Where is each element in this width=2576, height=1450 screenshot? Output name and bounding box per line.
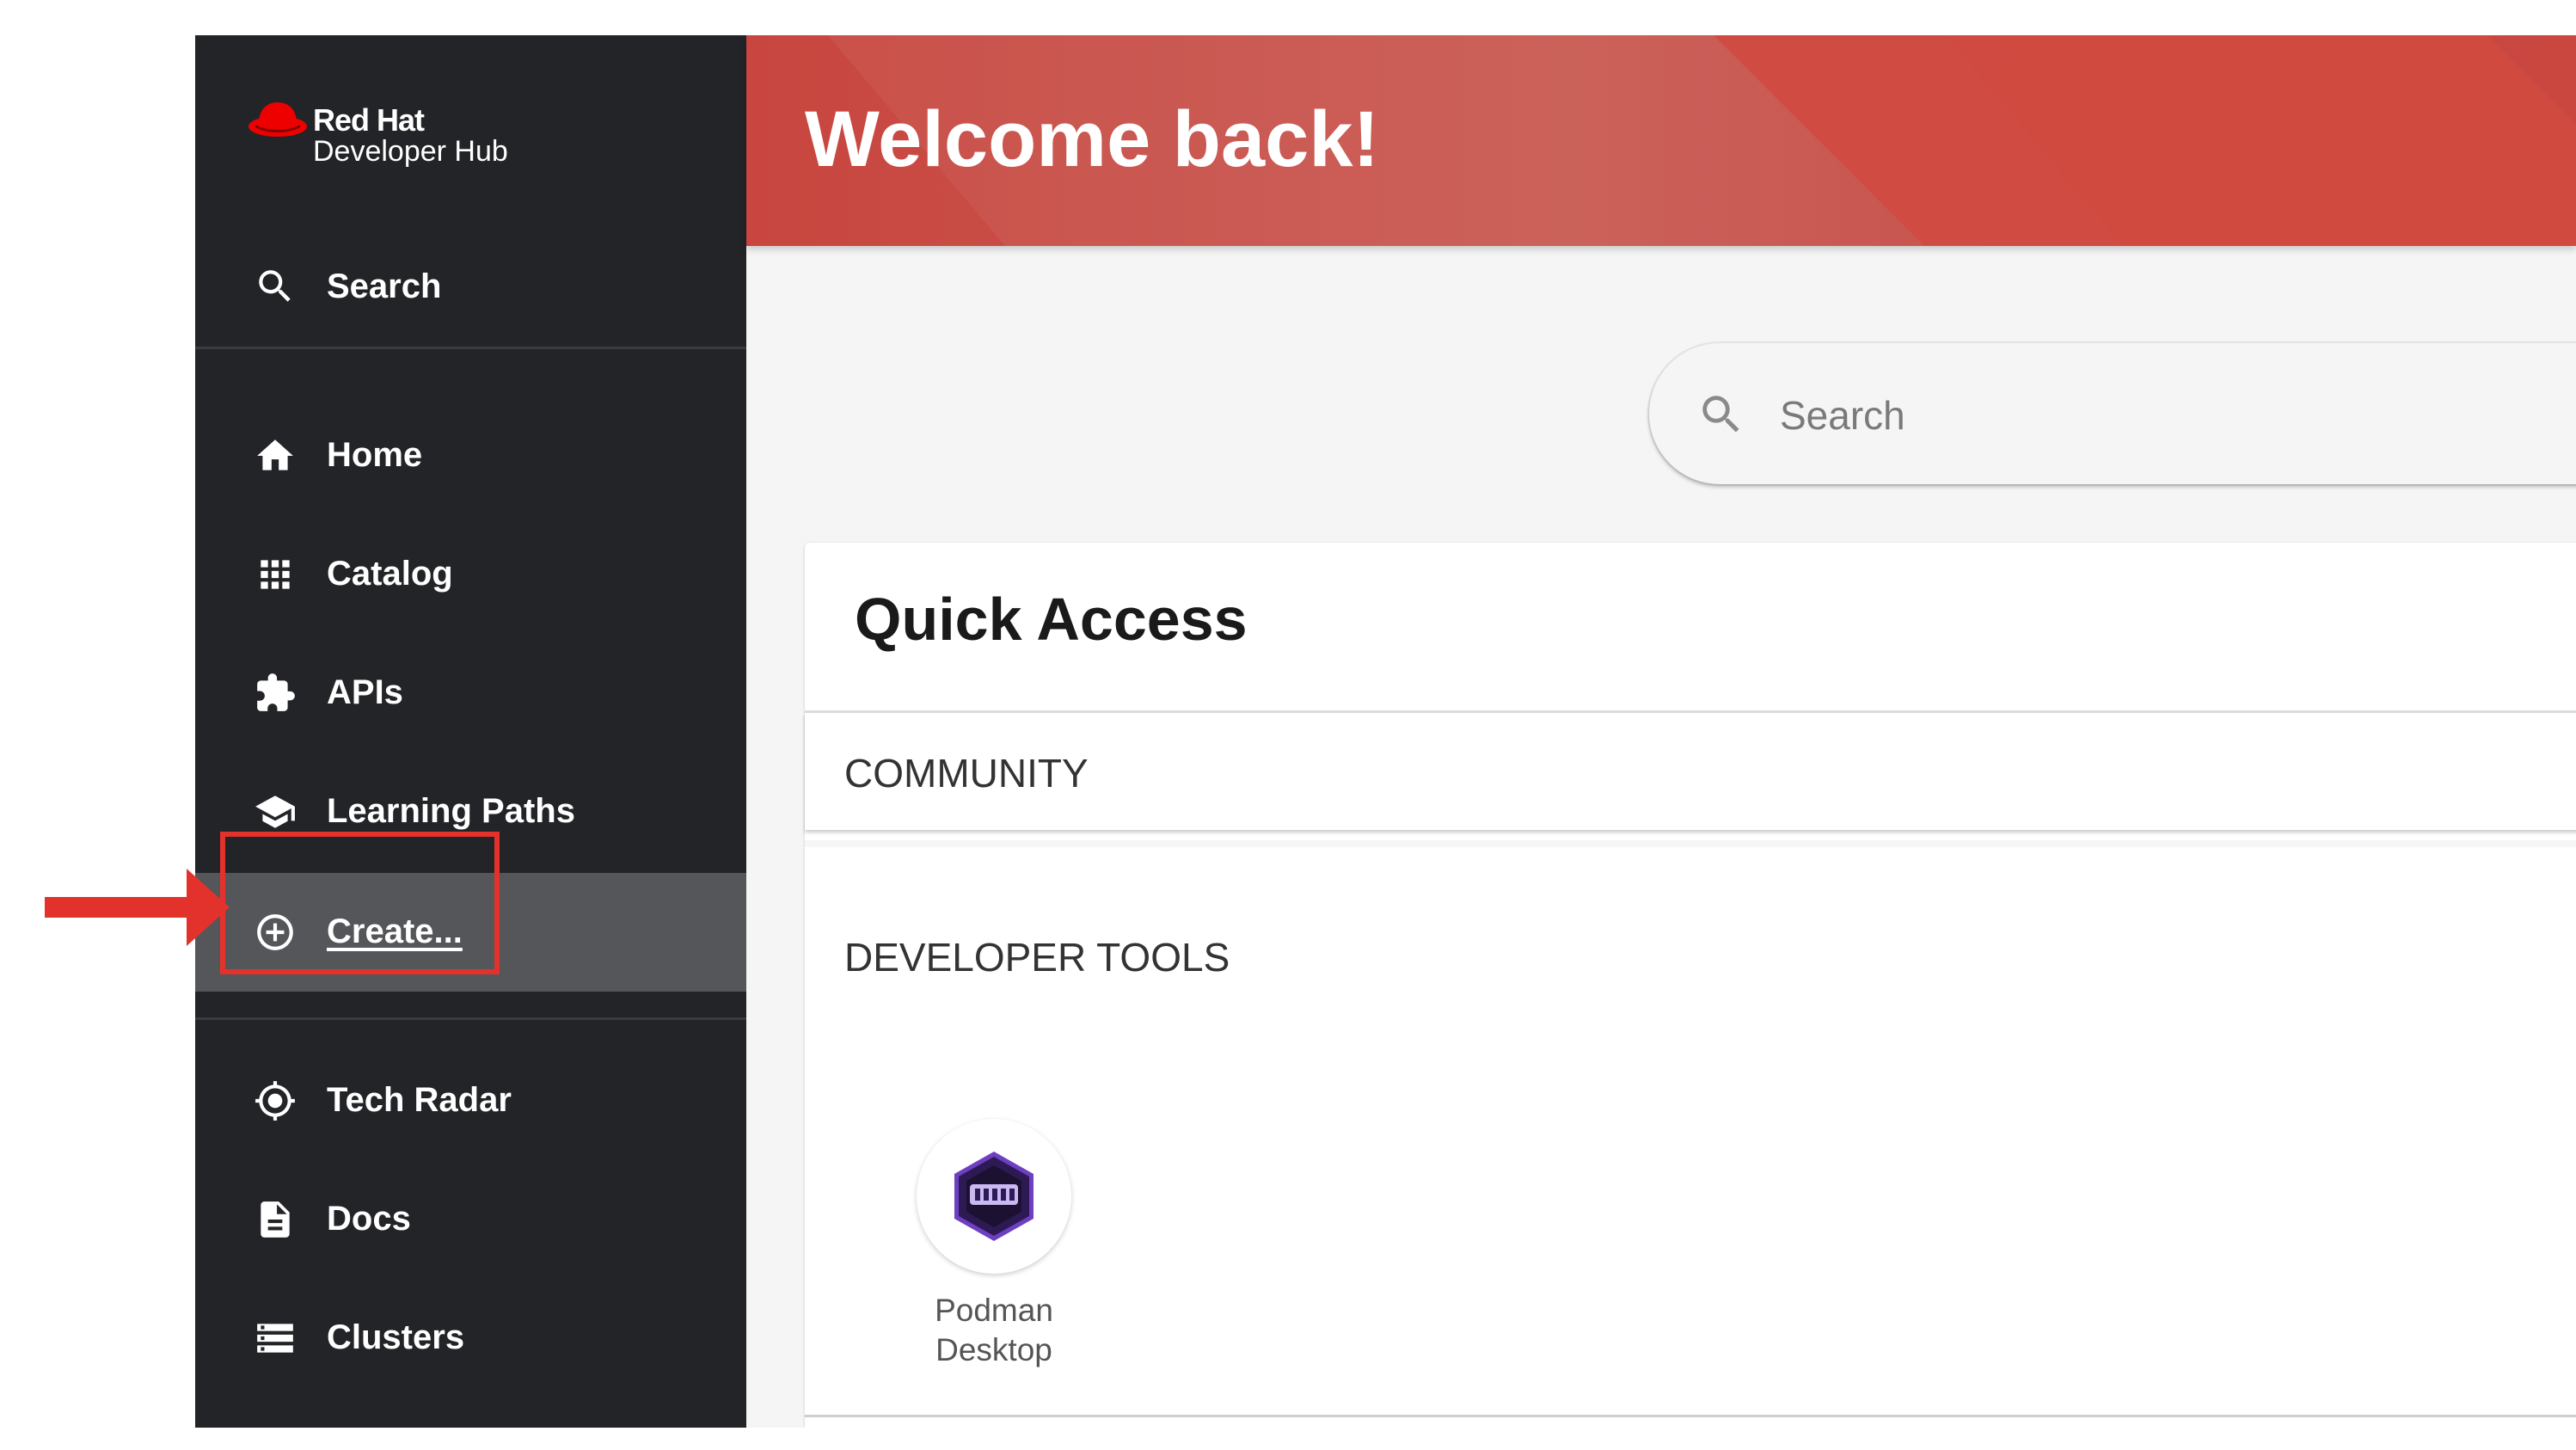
- sidebar-item-catalog[interactable]: Catalog: [195, 515, 746, 634]
- sidebar-search[interactable]: Search: [195, 227, 746, 346]
- radar-icon: [254, 1079, 297, 1122]
- grid-icon: [254, 553, 297, 596]
- sidebar-item-label: APIs: [327, 673, 403, 711]
- sidebar-item-clusters[interactable]: Clusters: [195, 1279, 746, 1398]
- sidebar-search-label: Search: [327, 267, 442, 305]
- tool-label: Podman Desktop: [935, 1293, 1053, 1367]
- sidebar-item-docs[interactable]: Docs: [195, 1160, 746, 1279]
- section-label: DEVELOPER TOOLS: [844, 935, 1230, 980]
- storage-icon: [254, 1317, 297, 1360]
- sidebar-item-label: Clusters: [327, 1318, 465, 1356]
- sidebar-item-home[interactable]: Home: [195, 396, 746, 515]
- sidebar-item-label: Tech Radar: [327, 1081, 512, 1119]
- tool-icon-container: [917, 1119, 1071, 1274]
- search-icon: [1702, 396, 1739, 433]
- search-bar[interactable]: [1649, 343, 2576, 484]
- section-spacer: [805, 840, 2576, 847]
- search-icon: [254, 265, 297, 308]
- sidebar-item-create[interactable]: Create...: [195, 873, 746, 992]
- card-bottom-border: [805, 1415, 2576, 1417]
- sidebar-divider: [195, 347, 746, 349]
- quick-access-title: Quick Access: [855, 586, 1248, 653]
- search-input[interactable]: [1778, 386, 2555, 445]
- puzzle-icon: [254, 672, 297, 715]
- welcome-banner: Welcome back!: [746, 35, 2576, 246]
- sidebar-item-apis[interactable]: APIs: [195, 634, 746, 753]
- logo-brand-text: Red Hat: [313, 102, 425, 138]
- podman-icon: [954, 1152, 1033, 1241]
- sidebar-item-label: Docs: [327, 1200, 411, 1238]
- home-icon: [254, 434, 297, 477]
- sidebar-item-learning-paths[interactable]: Learning Paths: [195, 753, 746, 871]
- red-hat-developer-hub-logo[interactable]: Red Hat Developer Hub: [247, 92, 591, 169]
- tool-podman-desktop[interactable]: Podman Desktop: [856, 1119, 1080, 1394]
- document-icon: [254, 1198, 297, 1241]
- app-window: Red Hat Developer Hub Search Home Catalo…: [195, 35, 2576, 1428]
- sidebar-item-label: Create...: [327, 912, 463, 950]
- sidebar-item-label: Learning Paths: [327, 792, 575, 830]
- sidebar-item-tech-radar[interactable]: Tech Radar: [195, 1041, 746, 1160]
- sidebar-item-label: Home: [327, 436, 423, 474]
- school-icon: [254, 790, 297, 833]
- main-content: Welcome back! Quick Access COMMUNITY DEV…: [746, 35, 2576, 1428]
- section-community[interactable]: COMMUNITY: [805, 713, 2576, 830]
- sidebar-divider: [195, 1017, 746, 1020]
- logo-product-text: Developer Hub: [313, 135, 508, 168]
- quick-access-card: Quick Access COMMUNITY DEVELOPER TOOLS P…: [805, 543, 2576, 1428]
- sidebar-item-label: Catalog: [327, 555, 453, 593]
- section-label: COMMUNITY: [844, 751, 1089, 796]
- add-circle-icon: [254, 911, 297, 954]
- sidebar: Red Hat Developer Hub Search Home Catalo…: [195, 35, 746, 1428]
- red-hat-logo-icon: [248, 102, 307, 137]
- section-developer-tools[interactable]: DEVELOPER TOOLS: [805, 897, 2576, 1014]
- page-title: Welcome back!: [805, 95, 1380, 183]
